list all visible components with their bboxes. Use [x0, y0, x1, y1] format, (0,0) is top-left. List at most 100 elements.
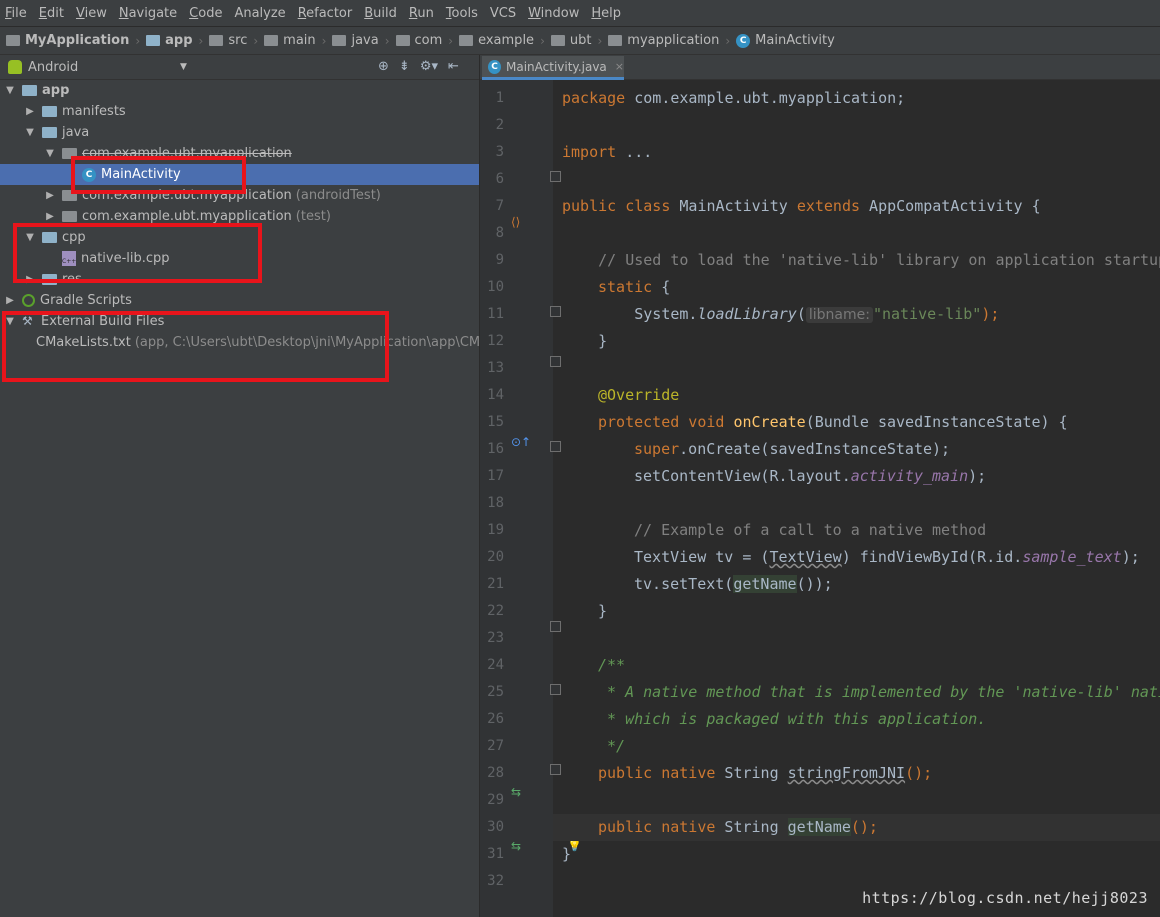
code-token: setContentView(R.layout.: [634, 467, 851, 485]
code-line[interactable]: public native String getName();: [598, 814, 878, 841]
breadcrumb-item-example[interactable]: example ›: [459, 33, 545, 48]
menu-view[interactable]: View: [76, 6, 107, 21]
breadcrumb-item-mainactivity[interactable]: C MainActivity: [736, 33, 835, 48]
collapsed-arrow-icon[interactable]: ▶: [44, 190, 56, 201]
code-token: String: [715, 764, 788, 782]
dropdown-arrow-icon[interactable]: ▼: [180, 62, 187, 72]
project-view-selector[interactable]: Android ▼ ⊕ ⇟ ⚙▾ ⇤: [0, 55, 479, 80]
menu-file[interactable]: File: [5, 6, 27, 21]
code-text-area[interactable]: package com.example.ubt.myapplication; im…: [553, 80, 1160, 917]
line-number: 18: [487, 495, 504, 511]
code-token: }: [598, 602, 608, 620]
menu-navigate[interactable]: Navigate: [119, 6, 177, 21]
code-line[interactable]: }: [562, 841, 571, 868]
code-token: * A native method that is implemented by…: [607, 683, 1160, 701]
module-icon: [146, 35, 161, 46]
menu-edit[interactable]: Edit: [39, 6, 64, 21]
hide-panel-icon[interactable]: ⇤: [448, 59, 459, 74]
code-line[interactable]: System.loadLibrary(libname: "native-lib")…: [562, 301, 999, 328]
menu-refactor[interactable]: Refactor: [298, 6, 353, 21]
code-line[interactable]: }: [562, 328, 607, 355]
code-line[interactable]: import ...: [562, 139, 652, 166]
code-token: * which is packaged with this applicatio…: [598, 710, 987, 728]
breadcrumb-item-ubt[interactable]: ubt ›: [550, 33, 603, 48]
code-line[interactable]: */: [598, 733, 625, 760]
highlight-box-cpp: [13, 223, 262, 283]
menu-code[interactable]: Code: [189, 6, 222, 21]
expanded-arrow-icon[interactable]: ▼: [44, 148, 56, 159]
close-icon[interactable]: ×: [615, 60, 624, 73]
breadcrumb-label: com: [414, 33, 443, 48]
layout-link-icon[interactable]: ⟨⟩: [511, 215, 520, 229]
menu-window[interactable]: Window: [528, 6, 579, 21]
code-line[interactable]: // Used to load the 'native-lib' library…: [562, 247, 1160, 274]
menu-build[interactable]: Build: [364, 6, 397, 21]
override-marker-icon[interactable]: ⊙↑: [511, 435, 531, 449]
tree-item[interactable]: ▼ app: [0, 80, 479, 101]
breadcrumb-label: java: [351, 33, 379, 48]
gear-icon[interactable]: ⚙▾: [420, 59, 438, 74]
code-line[interactable]: }: [598, 598, 607, 625]
native-link-icon[interactable]: ⇆: [511, 839, 521, 853]
line-number: 17: [487, 468, 504, 484]
code-line[interactable]: // Example of a call to a native method: [634, 517, 986, 544]
code-line[interactable]: tv.setText(getName());: [634, 571, 833, 598]
line-number: 26: [487, 711, 504, 727]
line-number: 1: [495, 90, 504, 106]
tree-item-hint: (androidTest): [295, 188, 381, 203]
menu-run[interactable]: Run: [409, 6, 434, 21]
code-line[interactable]: @Override: [598, 382, 679, 409]
collapse-all-icon[interactable]: ⇟: [399, 59, 410, 74]
code-line[interactable]: public class MainActivity extends AppCom…: [562, 193, 1041, 220]
menu-help[interactable]: Help: [591, 6, 621, 21]
folder-icon: [209, 35, 224, 46]
code-line[interactable]: TextView tv = (TextView) findViewById(R.…: [634, 544, 1140, 571]
line-number: 22: [487, 603, 504, 619]
code-line[interactable]: super.onCreate(savedInstanceState);: [634, 436, 950, 463]
folder-icon: [459, 35, 474, 46]
breadcrumb-item-src[interactable]: src ›: [209, 33, 258, 48]
menu-tools[interactable]: Tools: [446, 6, 478, 21]
code-token: extends: [796, 197, 861, 215]
native-link-icon[interactable]: ⇆: [511, 785, 521, 799]
tab-label: MainActivity.java: [506, 59, 607, 74]
code-line[interactable]: * which is packaged with this applicatio…: [598, 706, 986, 733]
breadcrumb-item-main[interactable]: main ›: [264, 33, 326, 48]
tree-item[interactable]: ▶ manifests: [0, 101, 479, 122]
code-line[interactable]: setContentView(R.layout.activity_main);: [634, 463, 986, 490]
expanded-arrow-icon[interactable]: ▼: [24, 127, 36, 138]
tab-mainactivity[interactable]: C MainActivity.java ×: [482, 56, 624, 80]
code-line[interactable]: public native String stringFromJNI();: [598, 760, 932, 787]
code-token: @Override: [598, 386, 680, 404]
menu-bar: File Edit View Navigate Code Analyze Refactor B…: [0, 0, 1160, 27]
breadcrumb-separator-icon: ›: [597, 33, 603, 48]
line-number: 30: [487, 819, 504, 835]
breadcrumb-item-myapplication[interactable]: myapplication ›: [608, 33, 730, 48]
menu-vcs[interactable]: VCS: [490, 6, 516, 21]
folder-icon: [42, 106, 57, 117]
class-icon: C: [736, 33, 751, 48]
code-line[interactable]: static {: [598, 274, 670, 301]
code-line[interactable]: protected void onCreate(Bundle savedInst…: [598, 409, 1068, 436]
breadcrumb-item-myapplication[interactable]: MyApplication ›: [6, 33, 140, 48]
code-line[interactable]: * A native method that is implemented by…: [598, 679, 1160, 706]
breadcrumb-item-java[interactable]: java ›: [332, 33, 390, 48]
tree-item[interactable]: ▶ Gradle Scripts: [0, 290, 479, 311]
collapsed-arrow-icon[interactable]: ▶: [24, 106, 36, 117]
collapsed-arrow-icon[interactable]: ▶: [44, 211, 56, 222]
code-token: super: [634, 440, 680, 458]
tree-item-label: Gradle Scripts: [40, 293, 132, 308]
code-token: sample_text: [1022, 548, 1122, 566]
scroll-from-source-icon[interactable]: ⊕: [378, 59, 389, 74]
code-line[interactable]: package com.example.ubt.myapplication;: [562, 85, 905, 112]
expanded-arrow-icon[interactable]: ▼: [4, 85, 16, 96]
breadcrumb-item-app[interactable]: app ›: [146, 33, 203, 48]
menu-analyze[interactable]: Analyze: [234, 6, 285, 21]
breadcrumb-label: MainActivity: [755, 33, 835, 48]
highlight-box-external-build-files: [2, 311, 389, 382]
tree-item[interactable]: ▼ java: [0, 122, 479, 143]
code-token: // Used to load the 'native-lib' library…: [562, 251, 1160, 269]
collapsed-arrow-icon[interactable]: ▶: [4, 295, 16, 306]
breadcrumb-item-com[interactable]: com ›: [395, 33, 453, 48]
code-line[interactable]: /**: [598, 652, 625, 679]
